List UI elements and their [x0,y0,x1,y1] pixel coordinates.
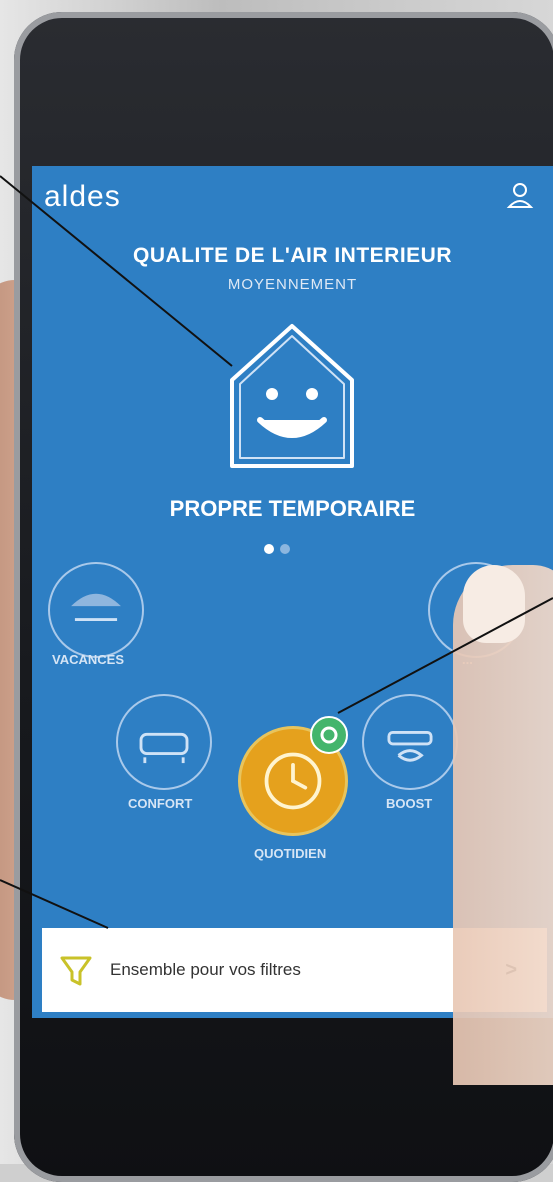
callout-lines [0,175,553,929]
